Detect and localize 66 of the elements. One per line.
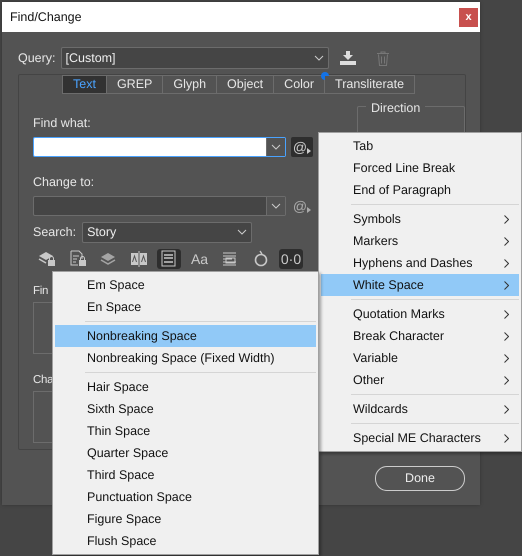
circle-accent-icon: [252, 250, 270, 267]
query-dropdown[interactable]: [Custom]: [60, 47, 329, 69]
chevron-icon: [504, 434, 509, 442]
menu-item[interactable]: Special ME Characters: [321, 427, 519, 449]
document-lock-icon: [68, 250, 86, 267]
find-what-field[interactable]: [33, 136, 286, 157]
chevron-icon: [504, 280, 509, 290]
menu-item[interactable]: Variable: [321, 347, 519, 369]
menu-item[interactable]: Wildcards: [321, 398, 519, 420]
menu-item[interactable]: Hyphens and Dashes: [321, 252, 519, 274]
menu-item[interactable]: End of Paragraph: [321, 179, 519, 201]
menu-item[interactable]: Tab: [321, 135, 519, 157]
search-dropdown[interactable]: Story: [82, 222, 252, 242]
page-lines-toggle[interactable]: [157, 248, 181, 268]
close-button[interactable]: x: [459, 8, 478, 26]
digits-toggle[interactable]: 0·0: [279, 248, 303, 268]
chevron-icon: [504, 376, 509, 384]
menu-item[interactable]: Figure Space: [55, 508, 316, 530]
menu-item[interactable]: Third Space: [55, 464, 316, 486]
find-what-label: Find what:: [33, 115, 92, 132]
chevron-down-icon: [314, 55, 324, 61]
letter-case-toggle[interactable]: Aa: [188, 248, 212, 268]
menu-item[interactable]: Quotation Marks: [321, 303, 519, 325]
tab[interactable]: Text: [63, 76, 107, 93]
menu-item[interactable]: Hair Space: [55, 376, 316, 398]
menu-item[interactable]: Symbols: [321, 208, 519, 230]
menu-item[interactable]: Forced Line Break: [321, 157, 519, 179]
text-lines-icon: [221, 250, 239, 267]
menu-item[interactable]: Nonbreaking Space: [55, 325, 316, 347]
page-lines-icon: [160, 250, 178, 267]
triangle-icon: [307, 206, 312, 212]
triangle-icon: [307, 148, 312, 154]
layers-icon: [99, 250, 117, 267]
menu-item[interactable]: Punctuation Space: [55, 486, 316, 508]
chevron-icon: [504, 258, 509, 268]
menu-item[interactable]: Nonbreaking Space (Fixed Width): [55, 347, 316, 369]
chevron-down-icon: [271, 202, 281, 208]
search-label: Search:: [33, 224, 76, 241]
layers-lock-icon: [38, 250, 56, 267]
menu-item[interactable]: Break Character: [321, 325, 519, 347]
chevron-icon: [504, 236, 509, 246]
menu-item[interactable]: Markers: [321, 230, 519, 252]
chevron-icon: [504, 404, 509, 414]
menu-item[interactable]: White Space: [321, 274, 519, 296]
menu-item[interactable]: Thin Space: [55, 420, 316, 442]
chevron-down-icon: [271, 144, 281, 150]
menu-item[interactable]: Other: [321, 369, 519, 391]
menu-item[interactable]: Sixth Space: [55, 398, 316, 420]
menu-item[interactable]: Quarter Space: [55, 442, 316, 464]
save-query-icon[interactable]: [340, 51, 356, 65]
special-characters-button[interactable]: @: [291, 136, 313, 157]
find-format-label: Fin: [33, 284, 48, 298]
query-label: Query:: [18, 50, 56, 67]
chevron-down-icon: [237, 229, 248, 235]
menu-item[interactable]: Em Space: [55, 274, 316, 296]
done-button[interactable]: Done: [375, 466, 465, 491]
chevron-icon: [504, 214, 509, 224]
change-to-label: Change to:: [33, 174, 96, 191]
menu-item[interactable]: Flush Space: [55, 530, 316, 552]
window-title: Find/Change: [10, 8, 82, 26]
change-to-field[interactable]: [33, 196, 286, 216]
menu-item[interactable]: En Space: [55, 296, 316, 318]
chevron-icon: [504, 310, 509, 318]
chevron-icon: [504, 354, 509, 362]
chevron-icon: [504, 332, 509, 340]
open-book-icon: [130, 250, 148, 267]
